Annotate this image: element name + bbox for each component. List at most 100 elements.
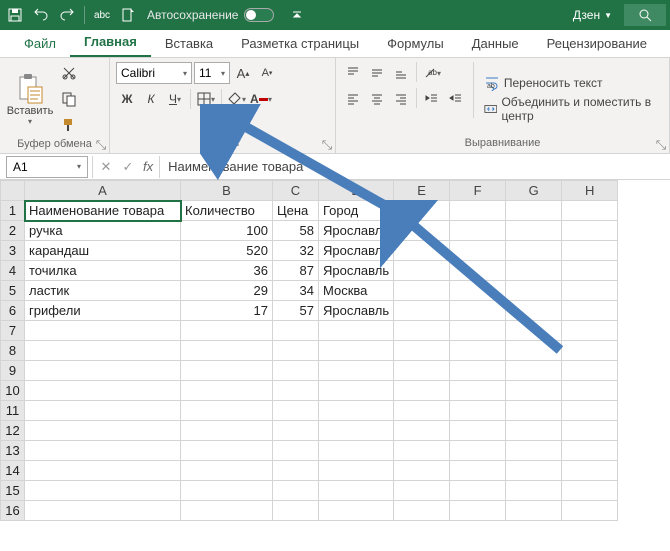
- cell-F13[interactable]: [450, 441, 506, 461]
- row-header-16[interactable]: 16: [1, 501, 25, 521]
- cell-C12[interactable]: [273, 421, 319, 441]
- cell-E1[interactable]: [394, 201, 450, 221]
- cell-G3[interactable]: [506, 241, 562, 261]
- cell-F8[interactable]: [450, 341, 506, 361]
- cell-B4[interactable]: 36: [181, 261, 273, 281]
- font-color-button[interactable]: A▾: [250, 88, 272, 110]
- column-header-A[interactable]: A: [25, 181, 181, 201]
- formula-input[interactable]: Наименование товара: [162, 159, 670, 174]
- cell-A14[interactable]: [25, 461, 181, 481]
- cell-D1[interactable]: Город: [319, 201, 394, 221]
- tab-data[interactable]: Данные: [458, 30, 533, 57]
- tab-formulas[interactable]: Формулы: [373, 30, 458, 57]
- merge-center-button[interactable]: Объединить и поместить в центр: [480, 93, 663, 125]
- align-bottom-button[interactable]: [390, 62, 412, 84]
- column-header-E[interactable]: E: [394, 181, 450, 201]
- cell-B15[interactable]: [181, 481, 273, 501]
- cell-C4[interactable]: 87: [273, 261, 319, 281]
- row-header-9[interactable]: 9: [1, 361, 25, 381]
- cell-A12[interactable]: [25, 421, 181, 441]
- account-area[interactable]: Дзен ▼: [573, 4, 666, 26]
- align-center-button[interactable]: [366, 88, 388, 110]
- row-header-8[interactable]: 8: [1, 341, 25, 361]
- cell-G7[interactable]: [506, 321, 562, 341]
- cell-F14[interactable]: [450, 461, 506, 481]
- cell-D2[interactable]: Ярославль: [319, 221, 394, 241]
- cell-D16[interactable]: [319, 501, 394, 521]
- cell-G5[interactable]: [506, 281, 562, 301]
- cell-D5[interactable]: Москва: [319, 281, 394, 301]
- cell-F12[interactable]: [450, 421, 506, 441]
- cell-E4[interactable]: [394, 261, 450, 281]
- fill-color-button[interactable]: ▾: [226, 88, 248, 110]
- tab-file[interactable]: Файл: [10, 30, 70, 57]
- cell-H2[interactable]: [562, 221, 618, 241]
- cell-H15[interactable]: [562, 481, 618, 501]
- cell-D9[interactable]: [319, 361, 394, 381]
- font-name-select[interactable]: Calibri▾: [116, 62, 192, 84]
- cell-B3[interactable]: 520: [181, 241, 273, 261]
- row-header-10[interactable]: 10: [1, 381, 25, 401]
- cell-C6[interactable]: 57: [273, 301, 319, 321]
- cell-A8[interactable]: [25, 341, 181, 361]
- cell-H4[interactable]: [562, 261, 618, 281]
- cell-F9[interactable]: [450, 361, 506, 381]
- redo-button[interactable]: [56, 4, 78, 26]
- cell-C15[interactable]: [273, 481, 319, 501]
- spellcheck-button[interactable]: abc: [91, 4, 113, 26]
- cell-B9[interactable]: [181, 361, 273, 381]
- cell-H16[interactable]: [562, 501, 618, 521]
- font-launcher[interactable]: ⤡: [321, 139, 333, 151]
- row-header-7[interactable]: 7: [1, 321, 25, 341]
- cell-C13[interactable]: [273, 441, 319, 461]
- cut-button[interactable]: [58, 62, 80, 84]
- cell-E16[interactable]: [394, 501, 450, 521]
- column-header-C[interactable]: C: [273, 181, 319, 201]
- cell-D13[interactable]: [319, 441, 394, 461]
- autosave-toggle[interactable]: Автосохранение: [147, 8, 274, 22]
- row-header-15[interactable]: 15: [1, 481, 25, 501]
- cell-C1[interactable]: Цена: [273, 201, 319, 221]
- cell-A10[interactable]: [25, 381, 181, 401]
- search-button[interactable]: [624, 4, 666, 26]
- underline-button[interactable]: Ч▾: [164, 88, 186, 110]
- cell-B5[interactable]: 29: [181, 281, 273, 301]
- cell-D3[interactable]: Ярославль: [319, 241, 394, 261]
- cell-F15[interactable]: [450, 481, 506, 501]
- cell-E6[interactable]: [394, 301, 450, 321]
- cell-B2[interactable]: 100: [181, 221, 273, 241]
- cell-C16[interactable]: [273, 501, 319, 521]
- row-header-14[interactable]: 14: [1, 461, 25, 481]
- bold-button[interactable]: Ж: [116, 88, 138, 110]
- decrease-indent-button[interactable]: [421, 88, 443, 110]
- cell-C3[interactable]: 32: [273, 241, 319, 261]
- cell-A13[interactable]: [25, 441, 181, 461]
- cell-G11[interactable]: [506, 401, 562, 421]
- cell-B16[interactable]: [181, 501, 273, 521]
- decrease-font-button[interactable]: A▾: [256, 62, 278, 84]
- cell-C2[interactable]: 58: [273, 221, 319, 241]
- increase-font-button[interactable]: A▴: [232, 62, 254, 84]
- cell-B7[interactable]: [181, 321, 273, 341]
- cell-E15[interactable]: [394, 481, 450, 501]
- cell-H1[interactable]: [562, 201, 618, 221]
- cell-B10[interactable]: [181, 381, 273, 401]
- cell-D7[interactable]: [319, 321, 394, 341]
- cell-H8[interactable]: [562, 341, 618, 361]
- cell-F3[interactable]: [450, 241, 506, 261]
- cell-A15[interactable]: [25, 481, 181, 501]
- row-header-13[interactable]: 13: [1, 441, 25, 461]
- cell-G1[interactable]: [506, 201, 562, 221]
- cell-E7[interactable]: [394, 321, 450, 341]
- cell-A7[interactable]: [25, 321, 181, 341]
- wrap-text-button[interactable]: ab Переносить текст: [480, 73, 663, 93]
- cell-A5[interactable]: ластик: [25, 281, 181, 301]
- cell-A1[interactable]: Наименование товара: [25, 201, 181, 221]
- cell-C8[interactable]: [273, 341, 319, 361]
- cell-B12[interactable]: [181, 421, 273, 441]
- increase-indent-button[interactable]: [445, 88, 467, 110]
- cell-A16[interactable]: [25, 501, 181, 521]
- row-header-5[interactable]: 5: [1, 281, 25, 301]
- cell-F10[interactable]: [450, 381, 506, 401]
- paste-button[interactable]: Вставить ▾: [6, 62, 54, 136]
